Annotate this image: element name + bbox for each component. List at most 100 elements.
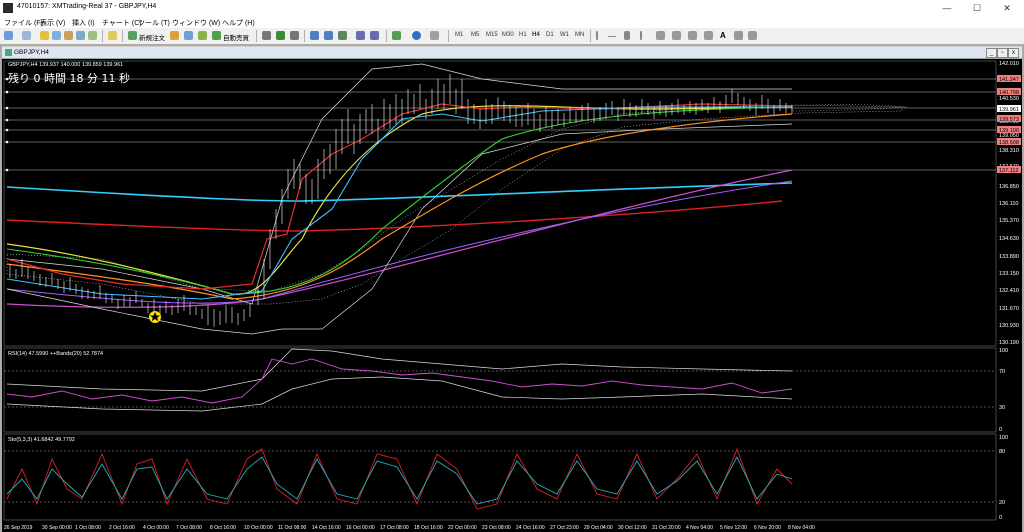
cursor-icon[interactable] — [596, 31, 598, 40]
level-label: 139.573 — [999, 117, 1019, 123]
menu-tools[interactable]: ツール (T) — [138, 18, 170, 28]
auto-trade-icon[interactable] — [212, 31, 221, 40]
strategy-tester-icon[interactable] — [88, 31, 97, 40]
line-chart-icon[interactable] — [290, 31, 299, 40]
timeframe-w1[interactable]: W1 — [560, 32, 569, 38]
stochastic-tick: 100 — [999, 435, 1008, 441]
periods-icon[interactable] — [412, 31, 421, 40]
navigator-icon[interactable] — [64, 31, 73, 40]
data-window-icon[interactable] — [52, 31, 61, 40]
zoom-in-icon[interactable] — [310, 31, 319, 40]
price-tick: 136.110 — [999, 201, 1018, 207]
chart-close-icon[interactable]: x — [1008, 48, 1019, 58]
toolbar-separator — [590, 30, 591, 42]
stochastic-tick: 0 — [999, 515, 1002, 521]
chart-window-title: GBPJPY,H4 — [14, 49, 49, 56]
chart-shift-icon[interactable] — [370, 31, 379, 40]
time-tick: 8 Nov 04:00 — [788, 525, 815, 531]
menu-insert[interactable]: 挿入 (I) — [72, 18, 95, 28]
toolbar-separator — [122, 30, 123, 42]
toolbar: 新規注文 自動売買 M1 M5 M15 M30 H1 H4 D1 W1 MN A — [0, 28, 1024, 45]
bar-chart-icon[interactable] — [262, 31, 271, 40]
time-tick: 16 Oct 00:00 — [346, 525, 375, 531]
time-tick: 23 Oct 08:00 — [482, 525, 511, 531]
time-tick: 22 Oct 00:00 — [448, 525, 477, 531]
rsi-tick: 70 — [999, 369, 1005, 375]
timeframe-h4[interactable]: H4 — [532, 32, 540, 38]
menu-view[interactable]: 表示 (V) — [40, 18, 65, 28]
menu-help[interactable]: ヘルプ (H) — [222, 18, 255, 28]
gann-icon[interactable] — [704, 31, 713, 40]
timeframe-m30[interactable]: M30 — [502, 32, 514, 38]
chart-window-icon — [5, 49, 12, 56]
templates-icon[interactable] — [430, 31, 439, 40]
time-tick: 26 Sep 2019 — [4, 525, 33, 531]
metaeditor-icon[interactable] — [108, 31, 117, 40]
timeframe-d1[interactable]: D1 — [546, 32, 554, 38]
trendline-icon[interactable] — [656, 31, 665, 40]
equidistant-channel-icon[interactable] — [672, 31, 681, 40]
toolbar-separator — [448, 30, 449, 42]
app-icon — [3, 3, 13, 13]
price-tick: 142.010 — [999, 61, 1019, 67]
zoom-out-icon[interactable] — [324, 31, 333, 40]
signals-icon[interactable] — [170, 31, 179, 40]
tile-windows-icon[interactable] — [338, 31, 347, 40]
price-tick: 133.150 — [999, 271, 1019, 277]
time-tick: 6 Nov 20:00 — [754, 525, 781, 531]
vertical-line-icon[interactable] — [640, 31, 642, 40]
fibonacci-icon[interactable] — [688, 31, 697, 40]
menu-file[interactable]: ファイル (F) — [4, 18, 43, 28]
time-tick: 2 Oct 16:00 — [109, 525, 135, 531]
chart-restore-icon[interactable]: ▫ — [997, 48, 1008, 58]
new-order-icon[interactable] — [128, 31, 137, 40]
text-label-icon[interactable] — [734, 31, 743, 40]
maximize-icon[interactable]: ☐ — [962, 0, 992, 16]
rsi-label: RSI(14) 47.5990 ++Bands(20) 52.7874 — [8, 351, 103, 357]
market-watch-icon[interactable] — [40, 31, 49, 40]
timeframe-m5[interactable]: M5 — [471, 32, 479, 38]
timeframe-m1[interactable]: M1 — [455, 32, 463, 38]
level-label: 138.608 — [999, 140, 1019, 146]
chart-minimize-icon[interactable]: _ — [986, 48, 997, 58]
market-icon[interactable] — [184, 31, 193, 40]
timeframe-m15[interactable]: M15 — [486, 32, 498, 38]
price-tick: 140.530 — [999, 96, 1019, 102]
auto-scroll-icon[interactable] — [356, 31, 365, 40]
vps-icon[interactable] — [198, 31, 207, 40]
indicators-icon[interactable] — [392, 31, 401, 40]
stochastic-tick: 80 — [999, 449, 1005, 455]
toolbar-separator — [304, 30, 305, 42]
time-tick: 18 Oct 16:00 — [414, 525, 443, 531]
menu-window[interactable]: ウィンドウ (W) — [172, 18, 220, 28]
rsi-tick: 0 — [999, 427, 1002, 433]
close-icon[interactable]: ✕ — [992, 0, 1022, 16]
arrows-icon[interactable] — [748, 31, 757, 40]
menu-chart[interactable]: チャート (C) — [102, 18, 142, 28]
time-tick: 11 Oct 08:00 — [278, 525, 306, 531]
current-price-label: 139.961 — [999, 107, 1019, 113]
crosshair-icon[interactable] — [624, 31, 630, 40]
candlestick-icon[interactable] — [276, 31, 285, 40]
horizontal-line-icon[interactable] — [608, 36, 616, 37]
stochastic-tick: 20 — [999, 500, 1005, 506]
chart-canvas[interactable]: GBPJPY,H4 139.937 140.000 139.859 139.96… — [2, 59, 1022, 532]
auto-trade-button[interactable]: 自動売買 — [223, 32, 249, 42]
level-label: 137.112 — [999, 168, 1018, 174]
text-icon[interactable]: A — [720, 31, 729, 40]
time-tick: 17 Oct 08:00 — [380, 525, 409, 531]
minimize-icon[interactable]: — — [932, 0, 962, 16]
profiles-icon[interactable] — [22, 31, 31, 40]
price-tick: 138.310 — [999, 148, 1019, 154]
price-tick: 135.370 — [999, 218, 1019, 224]
new-chart-icon[interactable] — [4, 31, 13, 40]
time-tick: 5 Nov 12:00 — [720, 525, 747, 531]
terminal-icon[interactable] — [76, 31, 85, 40]
title-bar: 47010157: XMTrading-Real 37 - GBPJPY,H4 … — [0, 0, 1024, 17]
time-tick: 30 Sep 00:00 — [42, 525, 72, 531]
new-order-button[interactable]: 新規注文 — [139, 32, 165, 42]
menu-bar: ファイル (F) 表示 (V) 挿入 (I) チャート (C) ツール (T) … — [0, 16, 1024, 28]
time-tick: 1 Oct 08:00 — [75, 525, 101, 531]
timeframe-h1[interactable]: H1 — [519, 32, 527, 38]
timeframe-mn[interactable]: MN — [575, 32, 584, 38]
